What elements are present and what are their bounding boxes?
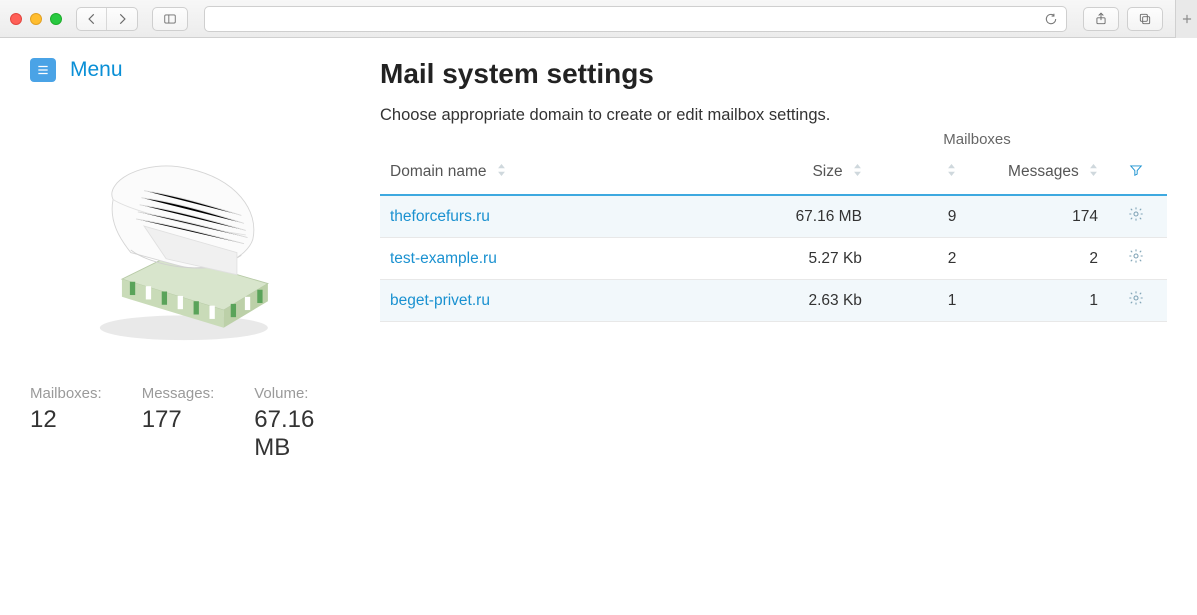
zoom-window-button[interactable] [50, 13, 62, 25]
envelope-illustration [30, 142, 320, 345]
domain-link[interactable]: beget-privet.ru [390, 292, 490, 309]
cell-messages: 174 [962, 195, 1104, 238]
col-messages[interactable]: Messages [962, 153, 1104, 195]
cell-size: 67.16 MB [726, 195, 868, 238]
table-row: beget-privet.ru 2.63 Kb 1 1 [380, 280, 1167, 322]
sort-icon [497, 163, 506, 181]
gear-icon [1128, 206, 1144, 222]
cell-size: 2.63 Kb [726, 280, 868, 322]
forward-button[interactable] [107, 8, 137, 30]
tabs-icon [1138, 12, 1152, 26]
address-bar[interactable] [204, 6, 1067, 32]
filter-icon [1129, 164, 1143, 181]
reload-icon[interactable] [1044, 12, 1058, 26]
domains-table: Domain name Size [380, 153, 1167, 322]
cell-count: 1 [868, 280, 962, 322]
nav-buttons [76, 7, 138, 31]
share-icon [1094, 12, 1108, 26]
domain-link[interactable]: theforcefurs.ru [390, 208, 490, 225]
tabs-button[interactable] [1127, 7, 1163, 31]
cell-count: 2 [868, 238, 962, 280]
cell-count: 9 [868, 195, 962, 238]
table-row: test-example.ru 5.27 Kb 2 2 [380, 238, 1167, 280]
gear-icon [1128, 290, 1144, 306]
col-domain[interactable]: Domain name [380, 153, 726, 195]
close-window-button[interactable] [10, 13, 22, 25]
browser-chrome [0, 0, 1197, 38]
menu-button[interactable]: Menu [30, 58, 320, 82]
stat-mailboxes: Mailboxes: 12 [30, 385, 102, 462]
sidebar-icon [163, 12, 177, 26]
minimize-window-button[interactable] [30, 13, 42, 25]
hamburger-icon [30, 58, 56, 82]
summary-stats: Mailboxes: 12 Messages: 177 Volume: 67.1… [30, 385, 320, 462]
cell-messages: 2 [962, 238, 1104, 280]
col-filter[interactable] [1104, 153, 1167, 195]
cell-size: 5.27 Kb [726, 238, 868, 280]
stat-messages: Messages: 177 [142, 385, 215, 462]
page-subtitle: Choose appropriate domain to create or e… [380, 106, 1167, 125]
cell-messages: 1 [962, 280, 1104, 322]
envelope-icon [60, 142, 290, 345]
col-mailbox-count[interactable] [868, 153, 962, 195]
sidebar: Menu [30, 58, 320, 462]
gear-icon [1128, 248, 1144, 264]
back-button[interactable] [77, 8, 107, 30]
row-settings-button[interactable] [1128, 293, 1144, 310]
row-settings-button[interactable] [1128, 251, 1144, 268]
domain-link[interactable]: test-example.ru [390, 250, 497, 267]
sort-icon [853, 163, 862, 181]
menu-label: Menu [70, 58, 123, 82]
window-controls [10, 13, 62, 25]
chevron-right-icon [115, 12, 129, 26]
row-settings-button[interactable] [1128, 209, 1144, 226]
column-group-label: Mailboxes [867, 131, 1087, 148]
col-size[interactable]: Size [726, 153, 868, 195]
sort-icon [1089, 163, 1098, 181]
main-content: Mail system settings Choose appropriate … [380, 58, 1167, 462]
chevron-left-icon [85, 12, 99, 26]
plus-icon [1180, 12, 1194, 26]
share-button[interactable] [1083, 7, 1119, 31]
sidebar-toggle[interactable] [152, 7, 188, 31]
page-title: Mail system settings [380, 58, 1167, 90]
sort-icon [947, 163, 956, 181]
stat-volume: Volume: 67.16 MB [254, 385, 320, 462]
new-tab-button[interactable] [1175, 0, 1197, 38]
table-row: theforcefurs.ru 67.16 MB 9 174 [380, 195, 1167, 238]
